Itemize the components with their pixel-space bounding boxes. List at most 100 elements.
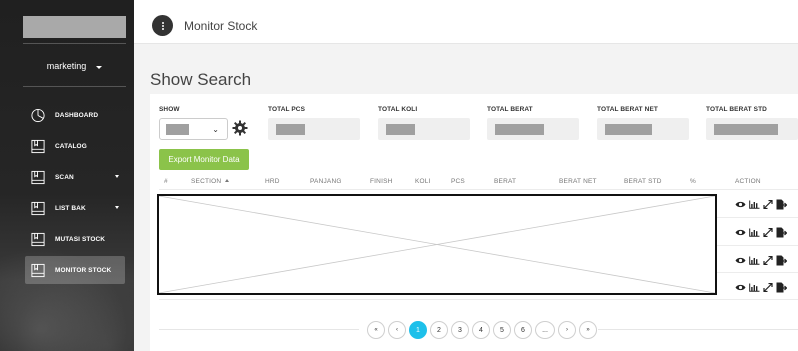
user-menu[interactable]: marketing: [23, 55, 126, 77]
column-header-action: ACTION: [735, 178, 761, 185]
export-file-icon[interactable]: [776, 282, 787, 293]
view-icon[interactable]: [735, 200, 746, 209]
pagination-divider: [159, 329, 359, 330]
total-pcs-label: TOTAL PCS: [268, 106, 306, 113]
column-header-berat-net[interactable]: BERAT NET: [559, 178, 597, 185]
user-name: marketing: [46, 61, 87, 71]
column-header-koli[interactable]: KOLI: [415, 178, 431, 185]
total-berat-net-field: [597, 118, 689, 140]
row-actions: [735, 282, 787, 293]
monitor-stock-icon: [31, 263, 45, 277]
table-divider: [159, 189, 798, 190]
total-pcs-field: [268, 118, 360, 140]
sort-ascending-icon: [225, 179, 230, 182]
sidebar-item-list-bak[interactable]: LIST BAK: [25, 194, 125, 222]
column-header-hrd[interactable]: HRD: [265, 178, 280, 185]
view-icon[interactable]: [735, 228, 746, 237]
row-actions: [735, 255, 787, 266]
section-heading: Show Search: [150, 70, 252, 89]
pagination-page-2[interactable]: 2: [430, 321, 448, 339]
column-header-number: #: [164, 178, 168, 185]
list-bak-icon: [31, 201, 45, 215]
column-header-percent[interactable]: %: [690, 178, 696, 185]
export-file-icon[interactable]: [776, 227, 787, 238]
topbar: Monitor Stock: [134, 0, 798, 44]
dashboard-icon: [31, 108, 45, 122]
export-file-icon[interactable]: [776, 199, 787, 210]
pagination-next-button[interactable]: ›: [558, 321, 576, 339]
pagination-page-6[interactable]: 6: [514, 321, 532, 339]
column-header-label: SECTION: [191, 178, 222, 185]
total-berat-std-label: TOTAL BERAT STD: [706, 106, 767, 113]
gear-icon[interactable]: [232, 120, 248, 136]
column-header-pcs[interactable]: PCS: [451, 178, 465, 185]
more-vertical-icon: [161, 21, 164, 30]
column-header-finish[interactable]: FINISH: [370, 178, 393, 185]
chart-icon[interactable]: [749, 283, 760, 292]
chevron-down-icon: [115, 206, 119, 209]
total-berat-label: TOTAL BERAT: [487, 106, 533, 113]
view-icon[interactable]: [735, 256, 746, 265]
total-berat-net-label: TOTAL BERAT NET: [597, 106, 658, 113]
pagination-prev-button[interactable]: ‹: [388, 321, 406, 339]
column-header-section[interactable]: SECTION: [191, 178, 230, 185]
chart-icon[interactable]: [749, 256, 760, 265]
sidebar-item-mutasi-stock[interactable]: MUTASI STOCK: [25, 225, 125, 253]
sidebar-item-label: MONITOR STOCK: [55, 266, 112, 274]
row-actions: [735, 227, 787, 238]
sidebar-divider: [23, 43, 126, 44]
pagination-page-3[interactable]: 3: [451, 321, 469, 339]
sidebar-item-label: CATALOG: [55, 142, 87, 150]
show-label: SHOW: [159, 106, 180, 113]
sidebar-item-label: SCAN: [55, 173, 74, 181]
mutasi-stock-icon: [31, 232, 45, 246]
app-logo: [23, 16, 126, 38]
chart-icon[interactable]: [749, 228, 760, 237]
view-icon[interactable]: [735, 283, 746, 292]
menu-toggle-button[interactable]: [152, 15, 173, 36]
pagination-page-5[interactable]: 5: [493, 321, 511, 339]
column-header-berat-std[interactable]: BERAT STD: [624, 178, 662, 185]
sidebar: marketing DASHBOARD CATALOG SCAN LIST BA…: [0, 0, 134, 351]
total-koli-field: [378, 118, 470, 140]
sidebar-item-dashboard[interactable]: DASHBOARD: [25, 101, 125, 129]
sidebar-item-scan[interactable]: SCAN: [25, 163, 125, 191]
transfer-icon[interactable]: [763, 283, 773, 292]
pagination-ellipsis[interactable]: ...: [535, 321, 555, 339]
show-select[interactable]: ⌄: [159, 118, 228, 140]
chevron-down-icon: ⌄: [212, 125, 219, 134]
chart-icon[interactable]: [749, 200, 760, 209]
pagination-divider: [598, 329, 798, 330]
placeholder-cross: [159, 196, 715, 293]
sidebar-item-label: MUTASI STOCK: [55, 235, 106, 243]
pagination-page-4[interactable]: 4: [472, 321, 490, 339]
sidebar-item-label: LIST BAK: [55, 204, 86, 212]
scan-icon: [31, 170, 45, 184]
export-monitor-data-button[interactable]: Export Monitor Data: [159, 149, 249, 170]
total-berat-field: [487, 118, 579, 140]
sidebar-item-monitor-stock[interactable]: MONITOR STOCK: [25, 256, 125, 284]
sidebar-item-label: DASHBOARD: [55, 111, 99, 119]
chevron-down-icon: [96, 65, 103, 69]
catalog-icon: [31, 139, 45, 153]
column-header-berat[interactable]: BERAT: [494, 178, 516, 185]
total-koli-label: TOTAL KOLI: [378, 106, 418, 113]
total-berat-std-field: [706, 118, 798, 140]
sidebar-item-catalog[interactable]: CATALOG: [25, 132, 125, 160]
table-rows-placeholder: [157, 194, 717, 295]
show-select-value: [166, 124, 189, 135]
sidebar-divider: [23, 86, 126, 87]
transfer-icon[interactable]: [763, 256, 773, 265]
pagination: « ‹ 1 2 3 4 5 6 ... › »: [367, 321, 597, 339]
pagination-last-button[interactable]: »: [579, 321, 597, 339]
page-title: Monitor Stock: [184, 19, 258, 33]
transfer-icon[interactable]: [763, 200, 773, 209]
export-file-icon[interactable]: [776, 255, 787, 266]
chevron-down-icon: [115, 175, 119, 178]
table-divider: [159, 299, 798, 300]
pagination-first-button[interactable]: «: [367, 321, 385, 339]
row-actions: [735, 199, 787, 210]
column-header-panjang[interactable]: PANJANG: [310, 178, 342, 185]
pagination-page-1[interactable]: 1: [409, 321, 427, 339]
transfer-icon[interactable]: [763, 228, 773, 237]
